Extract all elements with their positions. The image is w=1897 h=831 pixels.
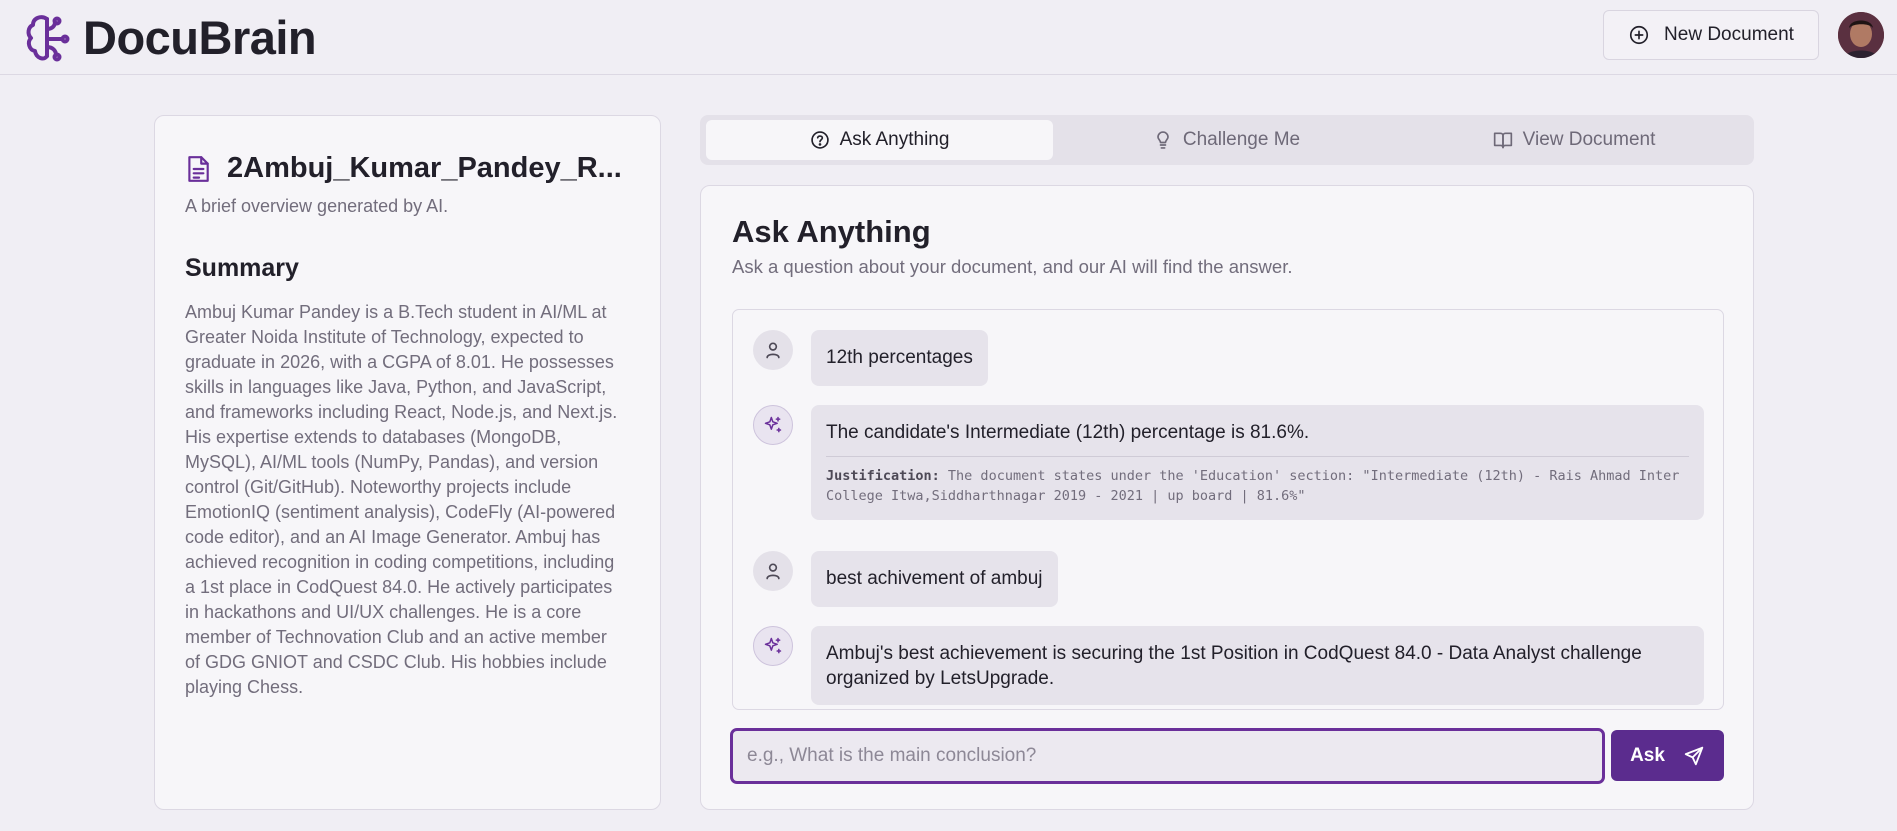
user-message: best achivement of ambuj (753, 551, 1058, 607)
lightbulb-icon (1157, 131, 1169, 149)
summary-text: Ambuj Kumar Pandey is a B.Tech student i… (185, 302, 618, 697)
user-message: 12th percentages (753, 330, 988, 386)
help-circle-icon (810, 131, 829, 149)
user-message-text: best achivement of ambuj (811, 551, 1058, 607)
justification: Justification: The document states under… (826, 456, 1689, 506)
chat-history[interactable]: 12th percentages The candidate's Interme… (732, 309, 1724, 710)
question-input[interactable] (730, 728, 1605, 784)
ai-answer: Ambuj's best achievement is securing the… (811, 626, 1704, 705)
ai-answer: The candidate's Intermediate (12th) perc… (811, 405, 1704, 520)
summary-heading: Summary (185, 254, 299, 282)
user-avatar[interactable] (1838, 12, 1884, 58)
brand-logo[interactable]: DocuBrain (25, 10, 317, 65)
document-title-row: 2Ambuj_Kumar_Pandey_R... (185, 152, 632, 185)
document-summary-card: 2Ambuj_Kumar_Pandey_R... A brief overvie… (154, 115, 661, 810)
ask-anything-panel: Ask Anything Ask a question about your d… (700, 185, 1754, 810)
ai-message: The candidate's Intermediate (12th) perc… (753, 405, 1704, 520)
justification-text: The document states under the 'Education… (826, 468, 1680, 504)
brand-name: DocuBrain (83, 11, 317, 64)
tab-label: Challenge Me (1182, 129, 1301, 150)
tab-ask-anything[interactable]: Ask Anything (706, 120, 1053, 160)
new-document-label: New Document (1664, 24, 1794, 45)
document-subtitle: A brief overview generated by AI. (185, 196, 449, 216)
ai-message: Ambuj's best achievement is securing the… (753, 626, 1704, 705)
ask-label: Ask (1630, 744, 1665, 766)
document-title: 2Ambuj_Kumar_Pandey_R... (227, 152, 622, 184)
sparkles-icon (753, 405, 793, 445)
panel-title: Ask Anything (732, 214, 931, 249)
tab-challenge-me[interactable]: Challenge Me (1053, 120, 1400, 160)
tab-label: View Document (1522, 129, 1656, 150)
ai-answer-text: The candidate's Intermediate (12th) perc… (826, 422, 1310, 443)
tab-label: Ask Anything (839, 129, 950, 150)
tab-list: Ask Anything Challenge Me View Document (700, 115, 1754, 165)
send-icon (1684, 746, 1704, 765)
new-document-button[interactable]: New Document (1603, 10, 1819, 60)
avatar-image (1838, 12, 1884, 58)
tab-view-document[interactable]: View Document (1400, 120, 1748, 160)
app-header: DocuBrain New Document (0, 0, 1897, 75)
user-message-text: 12th percentages (811, 330, 988, 386)
sparkles-icon (753, 626, 793, 666)
ai-answer-text: Ambuj's best achievement is securing the… (826, 643, 1642, 689)
ask-button[interactable]: Ask (1611, 730, 1724, 781)
user-icon (753, 330, 793, 370)
file-text-icon (188, 155, 209, 182)
user-icon (753, 551, 793, 591)
brain-icon (26, 14, 70, 61)
book-open-icon (1493, 132, 1512, 149)
panel-subtitle: Ask a question about your document, and … (732, 256, 1293, 277)
justification-label: Justification: (826, 468, 940, 484)
plus-circle-icon (1629, 25, 1649, 45)
